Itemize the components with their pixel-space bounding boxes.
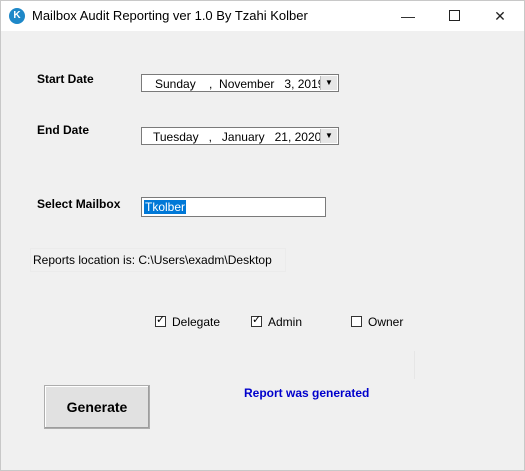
app-icon: K <box>9 8 25 24</box>
title-bar: K Mailbox Audit Reporting ver 1.0 By Tza… <box>1 1 524 31</box>
divider <box>414 351 415 379</box>
end-date-label: End Date <box>37 123 90 137</box>
start-date-picker[interactable]: Sunday , November 3, 2019 ▼ <box>141 74 339 92</box>
maximize-icon <box>448 10 460 22</box>
start-date-value: Sunday , November 3, 2019 <box>155 77 325 91</box>
chevron-down-icon[interactable]: ▼ <box>320 76 337 90</box>
admin-label: Admin <box>268 315 303 329</box>
mailbox-input[interactable]: Tkolber <box>141 197 326 217</box>
delegate-checkbox[interactable]: ✓ Delegate <box>155 314 221 329</box>
owner-label: Owner <box>368 315 404 329</box>
generate-button[interactable]: Generate <box>44 385 150 429</box>
minimize-icon: — <box>401 8 415 24</box>
chevron-down-icon[interactable]: ▼ <box>320 129 337 143</box>
checkbox-unchecked-icon[interactable] <box>351 315 362 327</box>
minimize-button[interactable]: — <box>385 1 431 31</box>
owner-checkbox[interactable]: Owner <box>351 315 403 329</box>
mailbox-value: Tkolber <box>144 200 187 214</box>
close-icon: ✕ <box>494 8 506 24</box>
end-date-value: Tuesday , January 21, 2020 <box>153 130 322 144</box>
checkbox-checked-icon[interactable]: ✓ <box>155 314 166 327</box>
close-button[interactable]: ✕ <box>477 1 523 31</box>
app-window: K Mailbox Audit Reporting ver 1.0 By Tza… <box>0 0 525 471</box>
end-date-picker[interactable]: Tuesday , January 21, 2020 ▼ <box>141 127 339 145</box>
delegate-label: Delegate <box>172 315 221 329</box>
maximize-button[interactable] <box>431 1 477 31</box>
window-title: Mailbox Audit Reporting ver 1.0 By Tzahi… <box>32 8 308 23</box>
admin-checkbox[interactable]: ✓ Admin <box>251 314 303 329</box>
checkbox-checked-icon[interactable]: ✓ <box>251 314 262 327</box>
start-date-label: Start Date <box>37 72 94 86</box>
status-message: Report was generated <box>244 386 370 400</box>
mailbox-label: Select Mailbox <box>37 197 121 211</box>
report-location: Reports location is: C:\Users\exadm\Desk… <box>31 249 285 271</box>
